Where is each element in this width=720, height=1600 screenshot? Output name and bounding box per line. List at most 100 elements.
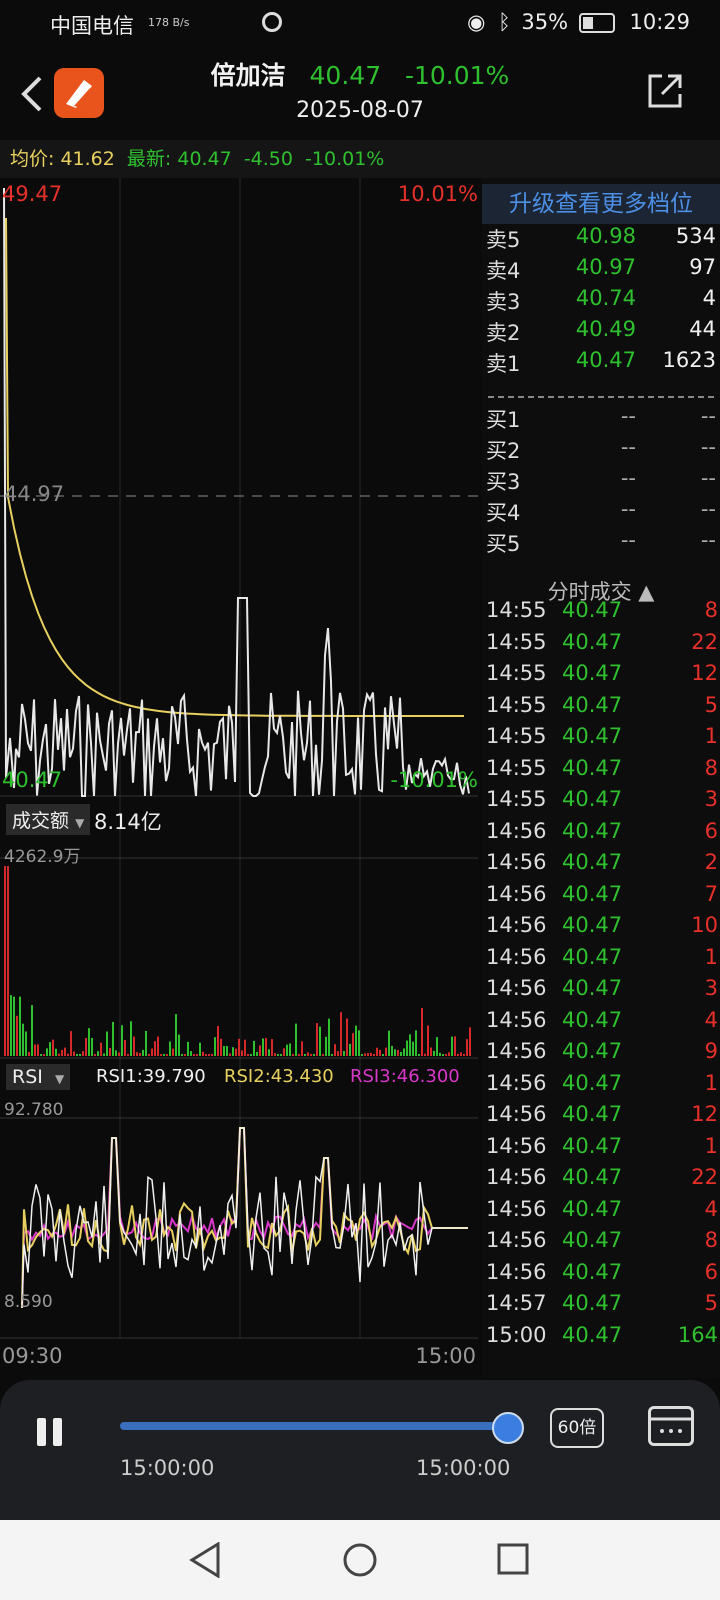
tick-volume: 1 <box>704 944 718 969</box>
tick-row: 14:55 40.47 3 <box>486 787 718 819</box>
volume-bar <box>352 1033 354 1056</box>
tick-time: 14:56 <box>486 913 547 937</box>
volume-bar <box>448 1052 450 1056</box>
tick-volume: 12 <box>691 661 718 685</box>
volume-bar <box>430 1047 432 1056</box>
volume-bar <box>271 1039 273 1056</box>
volume-bar <box>331 1053 333 1056</box>
volume-bar <box>115 1050 117 1056</box>
level-label: 买1 <box>486 408 521 432</box>
volume-bar <box>298 1054 300 1056</box>
level-volume: -- <box>700 497 716 521</box>
volume-bar <box>274 1053 276 1056</box>
rsi-indicator-select[interactable]: RSI ▼ <box>6 1064 71 1090</box>
volume-bar <box>100 1042 102 1056</box>
bid-row: 买3 -- -- <box>486 466 716 498</box>
volume-bar <box>421 1007 423 1056</box>
volume-bar <box>154 1041 156 1056</box>
volume-bar <box>31 1005 33 1056</box>
volume-bar <box>145 1030 147 1056</box>
tick-price: 40.47 <box>562 976 623 1000</box>
volume-bar <box>127 1054 129 1056</box>
replay-progress-knob[interactable] <box>492 1412 524 1444</box>
volume-bar <box>397 1050 399 1056</box>
volume-bar <box>316 1023 318 1056</box>
volume-bar <box>256 1051 258 1056</box>
volume-bar <box>310 1053 312 1056</box>
volume-bar <box>277 1054 279 1056</box>
upgrade-levels-button[interactable]: 升级查看更多档位 <box>482 184 720 224</box>
volume-bar <box>22 1023 24 1056</box>
ask-row: 卖3 40.74 4 <box>486 286 716 318</box>
volume-bar <box>439 1052 441 1056</box>
time-axis-end: 15:00 <box>415 1344 476 1368</box>
level-price: -- <box>620 466 636 490</box>
volume-bar <box>424 1053 426 1056</box>
volume-bars <box>4 866 471 1056</box>
tick-volume: 10 <box>691 913 718 937</box>
tick-volume: 1 <box>704 1133 718 1158</box>
stock-name: 倍加洁 <box>210 61 286 90</box>
volume-bar <box>247 1054 249 1056</box>
volume-bar <box>463 1054 465 1056</box>
volume-bar <box>121 1025 123 1056</box>
tick-volume: 8 <box>704 755 718 780</box>
speed-button[interactable]: 60倍 <box>550 1408 604 1448</box>
nav-back-icon[interactable] <box>188 1541 222 1582</box>
volume-bar <box>28 1051 30 1056</box>
share-icon[interactable] <box>646 72 684 110</box>
tick-volume: 6 <box>704 818 718 843</box>
volume-bar <box>427 1025 429 1056</box>
volume-bar <box>364 1053 366 1056</box>
volume-bar <box>391 1045 393 1056</box>
volume-bar <box>292 1054 294 1056</box>
tick-row: 14:56 40.47 2 <box>486 850 718 882</box>
volume-bar <box>280 1054 282 1056</box>
volume-indicator-select[interactable]: 成交额 ▼ <box>6 804 91 835</box>
pause-icon[interactable] <box>35 1418 67 1450</box>
intraday-chart-area[interactable]: 49.47 10.01% 44.97 40.47 -10.01% 成交额 ▼ 8… <box>0 178 480 1378</box>
volume-bar <box>373 1054 375 1056</box>
tick-row: 14:55 40.47 12 <box>486 661 718 693</box>
volume-bar <box>7 866 9 1056</box>
tick-time: 14:56 <box>486 944 547 969</box>
replay-end-time: 15:00:00 <box>416 1456 511 1480</box>
tick-volume: 4 <box>704 1007 718 1032</box>
nav-home-icon[interactable] <box>342 1542 378 1582</box>
volume-bar <box>163 1054 165 1056</box>
volume-bar <box>253 1040 255 1056</box>
volume-bar <box>88 1028 90 1056</box>
volume-bar <box>130 1021 132 1056</box>
volume-bar <box>361 1054 363 1056</box>
volume-bar <box>379 1049 381 1056</box>
volume-bar <box>205 1054 207 1056</box>
volume-bar <box>190 1051 192 1056</box>
tick-time: 14:56 <box>486 976 547 1000</box>
replay-progress-track[interactable] <box>120 1422 506 1430</box>
volume-bar <box>265 1038 267 1056</box>
volume-bar <box>157 1036 159 1056</box>
calendar-icon[interactable] <box>648 1406 694 1446</box>
volume-bar <box>199 1042 201 1056</box>
volume-bar <box>37 1044 39 1056</box>
ask-row: 卖2 40.49 44 <box>486 317 716 349</box>
volume-bar <box>49 1042 51 1056</box>
latest-label: 最新: <box>126 148 172 170</box>
volume-bar <box>370 1052 372 1056</box>
tick-time: 14:56 <box>486 1165 547 1189</box>
volume-bar <box>322 1054 324 1056</box>
tick-price: 40.47 <box>562 724 623 748</box>
volume-bar <box>319 1026 321 1056</box>
header-price: 40.47 <box>309 61 382 90</box>
volume-bar <box>442 1054 444 1056</box>
volume-bar <box>244 1039 246 1056</box>
volume-bar <box>217 1026 219 1056</box>
volume-bar <box>238 1038 240 1056</box>
volume-bar <box>25 1031 27 1056</box>
rsi2-value: RSI2:43.430 <box>224 1066 334 1087</box>
nav-recent-icon[interactable] <box>496 1542 530 1580</box>
volume-bar <box>211 1053 213 1056</box>
tick-price: 40.47 <box>562 1165 623 1189</box>
volume-bar <box>304 1054 306 1056</box>
volume-bar <box>178 1034 180 1056</box>
